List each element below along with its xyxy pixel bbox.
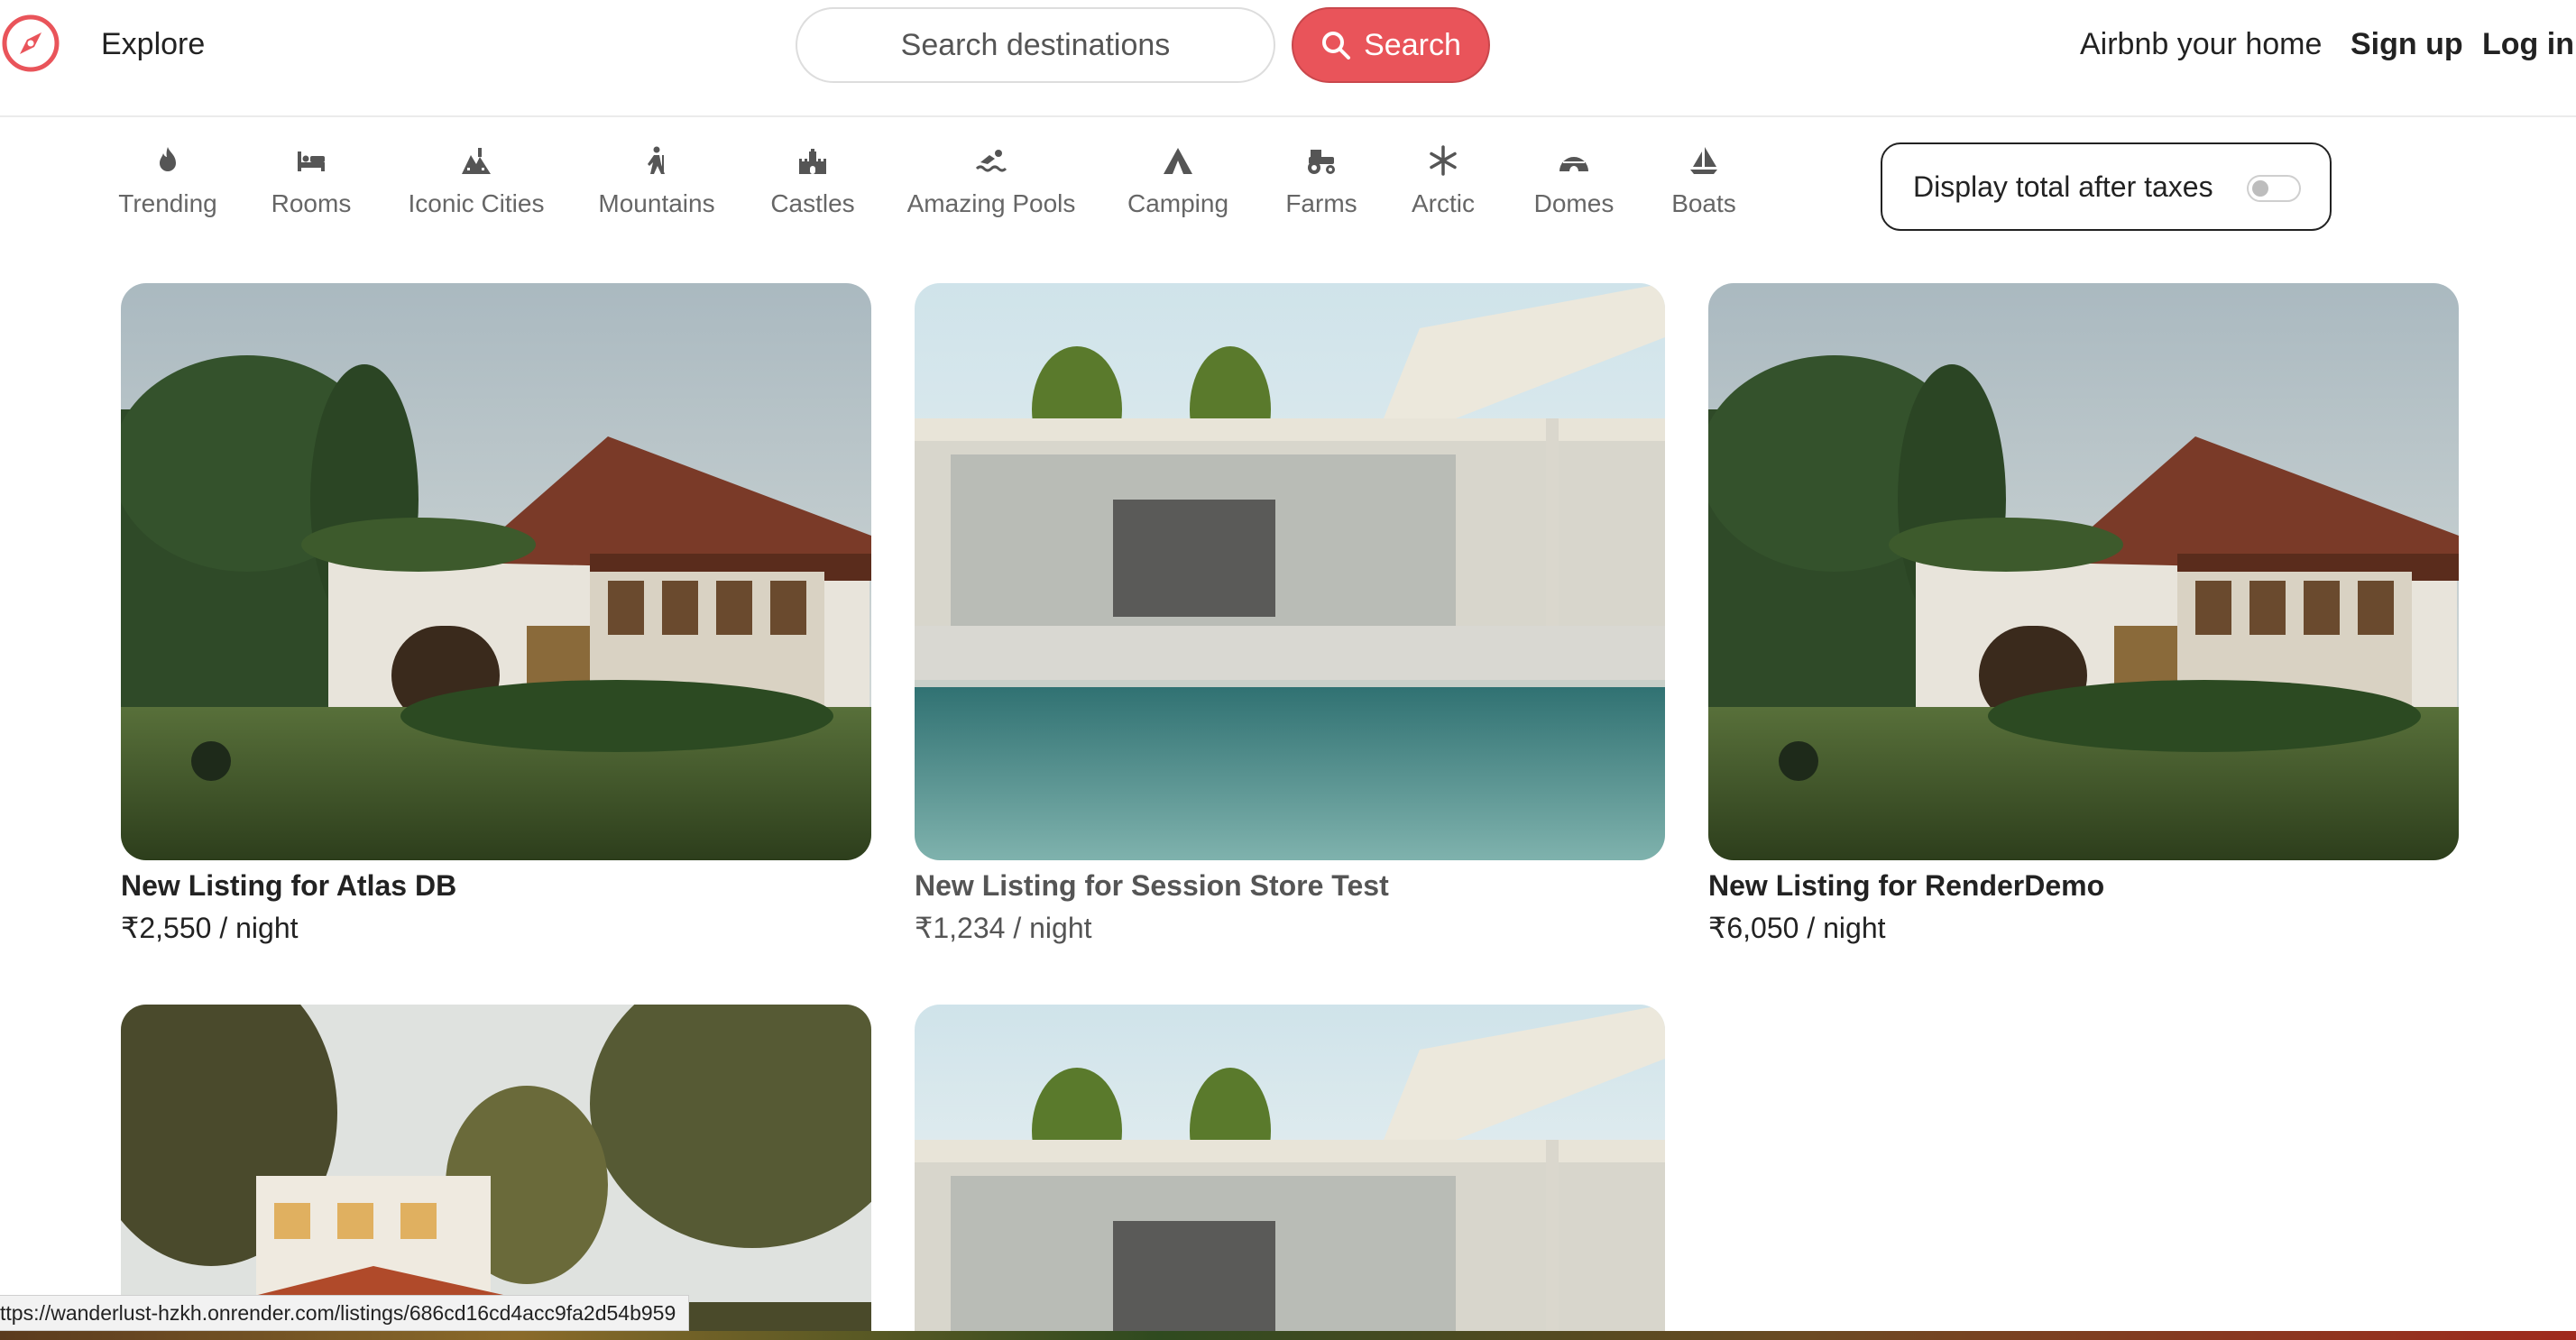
filter-farms[interactable]: Farms	[1284, 144, 1358, 218]
login-link[interactable]: Log in	[2482, 27, 2574, 62]
bottom-strip	[0, 1331, 2576, 1340]
bed-icon	[298, 151, 325, 171]
city-icon	[462, 148, 491, 174]
tax-toggle[interactable]: Display total after taxes	[1881, 142, 2332, 231]
filter-rooms[interactable]: Rooms	[271, 144, 352, 218]
tax-switch[interactable]	[2247, 175, 2301, 202]
category-filters: Trending Rooms Iconic Cities Mountains C…	[0, 144, 1804, 234]
listing-title: New Listing for RenderDemo	[1708, 869, 2105, 902]
mountain-icon	[648, 146, 665, 174]
listing-price: ₹1,234 / night	[915, 912, 1092, 944]
heritage-villa-photo	[121, 1005, 871, 1340]
switch-knob	[2252, 180, 2268, 197]
pool-house-photo	[915, 1005, 1665, 1340]
host-home-link[interactable]: Airbnb your home	[2080, 27, 2322, 62]
tractor-icon	[1308, 150, 1335, 174]
compass-icon[interactable]	[0, 13, 61, 74]
listing-card[interactable]: New Listing for RenderDemo ₹6,050 / nigh…	[1708, 283, 2459, 950]
castle-icon	[799, 149, 826, 174]
listing-photo[interactable]	[915, 1005, 1665, 1340]
filter-trending[interactable]: Trending	[118, 144, 217, 218]
search-button[interactable]: Search	[1292, 7, 1490, 83]
listing-photo[interactable]	[121, 283, 871, 860]
villa-photo	[1708, 283, 2459, 860]
filter-camping[interactable]: Camping	[1127, 144, 1228, 218]
filter-boats[interactable]: Boats	[1670, 144, 1737, 218]
filter-mountains[interactable]: Mountains	[598, 144, 715, 218]
status-bar-url: ttps://wanderlust-hzkh.onrender.com/list…	[0, 1295, 690, 1331]
filter-iconic-cities[interactable]: Iconic Cities	[408, 144, 545, 218]
tent-icon	[1164, 148, 1192, 174]
pool-house-photo	[915, 283, 1665, 860]
listing-card[interactable]: New Listing for Atlas DB ₹2,550 / night	[121, 283, 871, 950]
search-input[interactable]	[796, 7, 1275, 83]
listing-title: New Listing for Session Store Test	[915, 869, 1389, 902]
signup-link[interactable]: Sign up	[2351, 27, 2463, 62]
listing-card[interactable]: New Listing for Session Store Test ₹1,23…	[915, 283, 1665, 950]
page: Explore Search Airbnb your home Sign up …	[0, 0, 2576, 1340]
villa-photo	[121, 283, 871, 860]
listing-title: New Listing for Atlas DB	[121, 869, 457, 902]
igloo-icon	[1559, 154, 1588, 171]
filter-amazing-pools[interactable]: Amazing Pools	[907, 144, 1075, 218]
sailboat-icon	[1690, 147, 1717, 174]
search-button-label: Search	[1364, 27, 1461, 62]
search-icon	[1322, 32, 1351, 60]
listing-photo[interactable]	[915, 283, 1665, 860]
listing-price: ₹6,050 / night	[1708, 912, 1886, 944]
filter-castles[interactable]: Castles	[770, 144, 855, 218]
tax-toggle-label: Display total after taxes	[1913, 170, 2213, 203]
snowflake-icon	[1430, 145, 1457, 176]
navbar: Explore Search Airbnb your home Sign up …	[0, 0, 2576, 117]
filter-arctic[interactable]: Arctic	[1409, 144, 1477, 218]
listing-price: ₹2,550 / night	[121, 912, 299, 944]
listing-photo[interactable]	[1708, 283, 2459, 860]
listing-photo[interactable]	[121, 1005, 871, 1340]
listing-card[interactable]	[915, 1005, 1665, 1340]
fire-icon	[160, 147, 176, 171]
explore-link[interactable]: Explore	[101, 27, 205, 62]
pool-icon	[975, 150, 1007, 172]
listing-card[interactable]	[121, 1005, 871, 1340]
filter-domes[interactable]: Domes	[1533, 144, 1615, 218]
